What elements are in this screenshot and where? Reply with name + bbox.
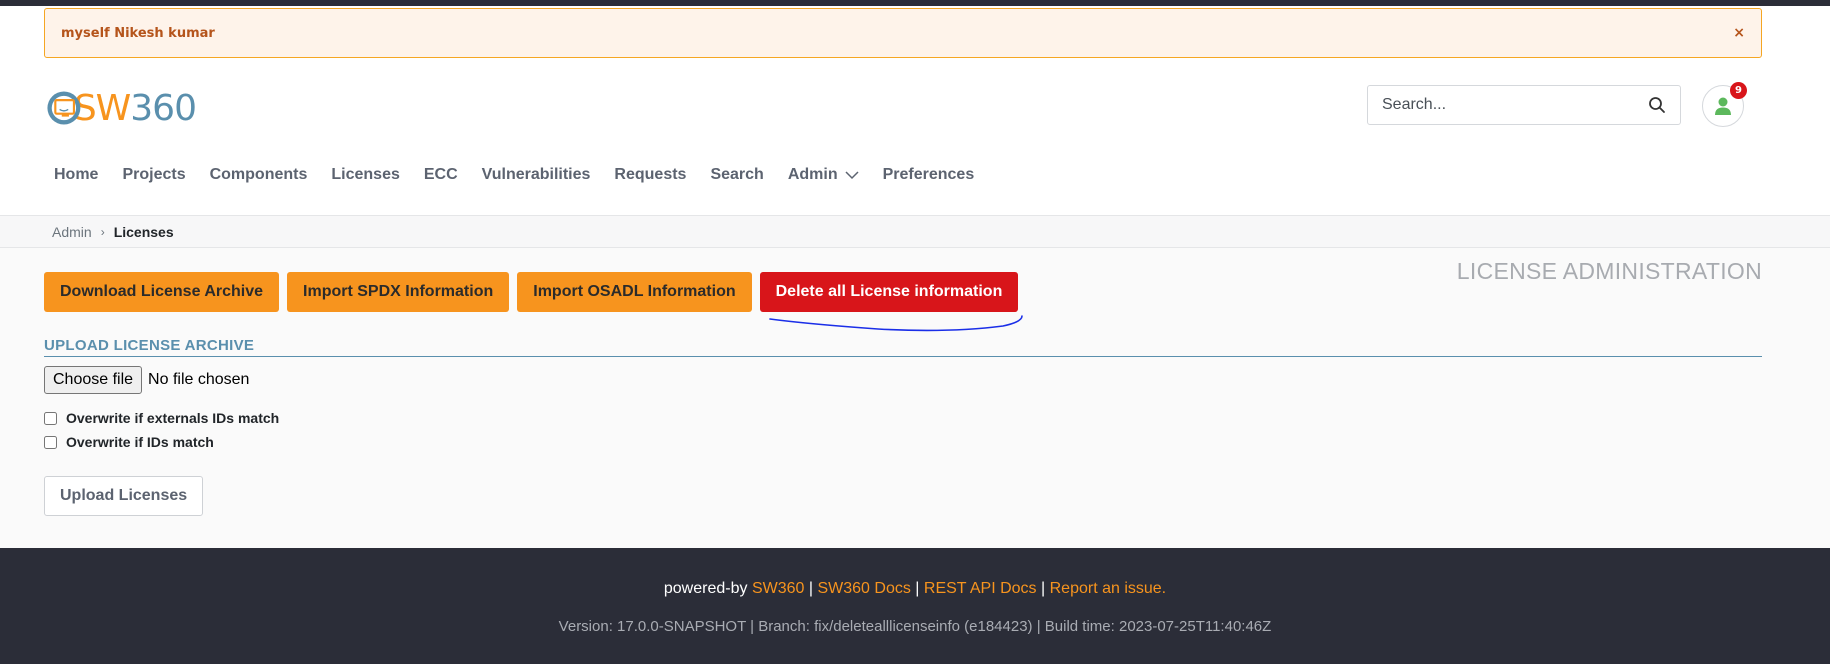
nav-admin-label: Admin <box>787 166 838 183</box>
powered-by-text: powered-by <box>663 580 748 597</box>
main-nav: Home Projects Components Licenses ECC Vu… <box>42 160 986 190</box>
import-spdx-button[interactable]: Import SPDX Information <box>287 272 510 312</box>
delete-all-license-button[interactable]: Delete all License information <box>759 272 1019 312</box>
user-icon <box>1715 97 1731 115</box>
footer-link-sw360[interactable]: SW360 <box>752 580 804 597</box>
overwrite-external-ids-checkbox[interactable] <box>44 411 57 425</box>
overwrite-external-ids-label: Overwrite if externals IDs match <box>66 410 280 426</box>
logo-text: SW360 <box>73 87 197 129</box>
breadcrumb-current: Licenses <box>113 223 174 240</box>
search-box[interactable] <box>1367 85 1681 125</box>
footer-link-report-issue[interactable]: Report an issue. <box>1050 580 1167 597</box>
footer-separator: | <box>915 580 920 597</box>
search-input[interactable] <box>1382 96 1648 114</box>
page-title: LICENSE ADMINISTRATION <box>1456 258 1762 284</box>
nav-components[interactable]: Components <box>210 166 308 184</box>
sw360-logo[interactable]: SW360 <box>46 80 197 136</box>
footer: powered-by SW360 | SW360 Docs | REST API… <box>0 548 1830 664</box>
import-osadl-button[interactable]: Import OSADL Information <box>517 272 752 312</box>
nav-preferences[interactable]: Preferences <box>883 166 975 184</box>
footer-version: Version: 17.0.0-SNAPSHOT | Branch: fix/d… <box>558 618 1272 635</box>
breadcrumb-separator-icon: › <box>100 224 105 239</box>
overwrite-ids-label: Overwrite if IDs match <box>66 434 214 450</box>
search-icon[interactable] <box>1648 96 1666 114</box>
upload-section-title: UPLOAD LICENSE ARCHIVE <box>44 337 1762 357</box>
alert-message: myself Nikesh kumar <box>61 25 215 41</box>
close-icon[interactable]: × <box>1733 25 1745 41</box>
action-buttons: Download License Archive Import SPDX Inf… <box>44 272 1026 312</box>
breadcrumb: Admin › Licenses <box>0 215 1830 248</box>
file-picker: Choose file No file chosen <box>44 366 249 394</box>
footer-link-rest-api[interactable]: REST API Docs <box>924 580 1037 597</box>
breadcrumb-admin[interactable]: Admin <box>52 224 92 240</box>
nav-ecc[interactable]: ECC <box>424 166 458 184</box>
overwrite-external-ids-option[interactable]: Overwrite if externals IDs match <box>44 410 279 426</box>
file-status: No file chosen <box>148 371 250 388</box>
choose-file-button[interactable]: Choose file <box>44 366 143 394</box>
nav-projects[interactable]: Projects <box>122 166 185 184</box>
nav-admin[interactable]: Admin <box>788 166 859 184</box>
notification-badge[interactable]: 9 <box>1730 82 1747 99</box>
nav-search[interactable]: Search <box>710 166 763 184</box>
footer-separator: | <box>1041 580 1046 597</box>
nav-requests[interactable]: Requests <box>614 166 686 184</box>
logo-icon <box>47 91 81 125</box>
nav-home[interactable]: Home <box>54 166 98 184</box>
footer-links: powered-by SW360 | SW360 Docs | REST API… <box>0 580 1830 598</box>
alert-banner: myself Nikesh kumar × <box>44 8 1762 58</box>
annotation-underline <box>769 315 1023 332</box>
upload-licenses-button[interactable]: Upload Licenses <box>44 476 204 516</box>
footer-link-docs[interactable]: SW360 Docs <box>817 580 910 597</box>
nav-vulnerabilities[interactable]: Vulnerabilities <box>482 166 591 184</box>
download-license-archive-button[interactable]: Download License Archive <box>44 272 280 312</box>
overwrite-ids-option[interactable]: Overwrite if IDs match <box>44 434 214 450</box>
overwrite-ids-checkbox[interactable] <box>44 435 57 449</box>
chevron-down-icon <box>845 171 859 180</box>
footer-separator: | <box>808 580 814 597</box>
nav-licenses[interactable]: Licenses <box>331 166 399 184</box>
top-bar <box>0 0 1830 6</box>
